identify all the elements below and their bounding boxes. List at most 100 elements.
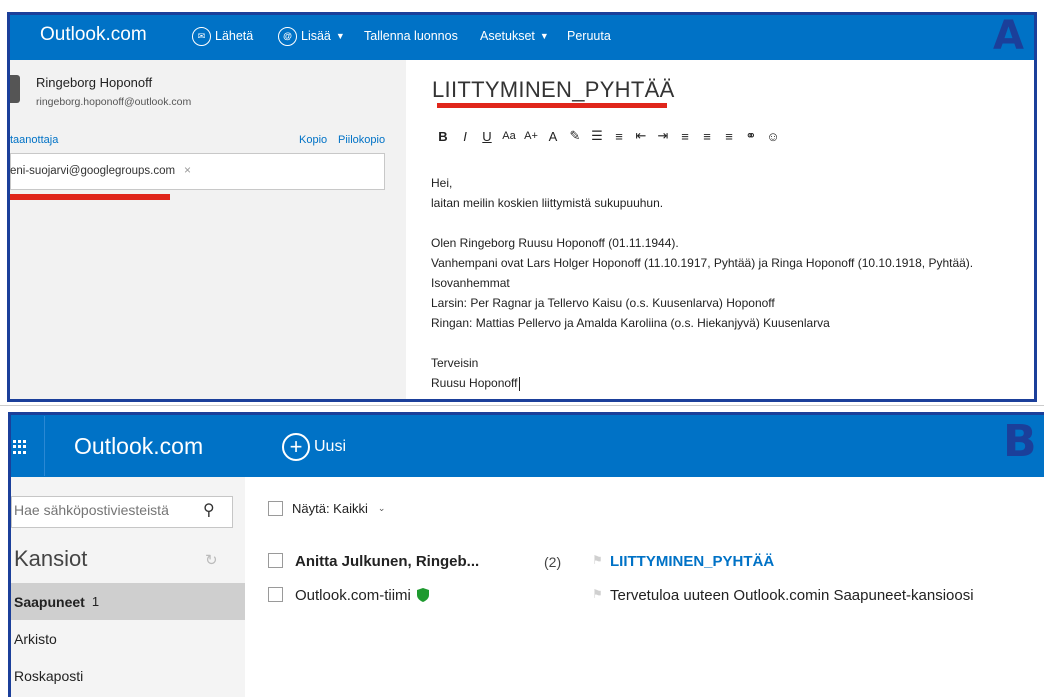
settings-button[interactable]: Asetukset ▼: [480, 23, 549, 49]
message-sender: Outlook.com-tiimi: [295, 587, 429, 604]
formatting-toolbar: B I U Aa A+ A ✎ ☰ ≡ ⇤ ⇥ ≡ ≡ ≡ ⚭ ☺: [432, 126, 784, 146]
panel-letter-a: A: [993, 13, 1024, 59]
sender-text: Anitta Julkunen, Ringeb...: [295, 553, 480, 570]
body-line: [431, 333, 1041, 353]
numbered-list-icon[interactable]: ☰: [586, 128, 608, 144]
align-left-icon[interactable]: ≡: [674, 129, 696, 144]
settings-label: Asetukset: [480, 29, 535, 43]
body-line: Ruusu Hoponoff: [431, 373, 1041, 393]
message-body[interactable]: Hei, laitan meilin koskien liittymistä su…: [431, 173, 1041, 393]
verified-shield-icon: [416, 588, 429, 602]
folder-item-saapuneet[interactable]: Saapuneet 1: [11, 583, 245, 620]
bcc-link[interactable]: Piilokopio: [338, 134, 385, 146]
chevron-down-icon: ▼: [335, 31, 345, 41]
folder-label: Arkisto: [14, 630, 57, 647]
flag-icon[interactable]: ⚑: [592, 553, 603, 567]
folder-label: Saapuneet: [14, 593, 85, 610]
message-subject: LIITTYMINEN_PYHTÄÄ: [610, 553, 775, 570]
italic-icon[interactable]: I: [454, 129, 476, 144]
unread-count: 1: [91, 594, 100, 609]
grow-font-icon[interactable]: A+: [520, 130, 542, 142]
decrease-indent-icon[interactable]: ⇤: [630, 128, 652, 144]
more-button[interactable]: @ Lisää ▼: [278, 23, 345, 49]
flag-icon[interactable]: ⚑: [592, 587, 603, 601]
recipient-chip[interactable]: eni-suojarvi@googlegroups.com: [10, 165, 175, 177]
annotation-underline: [10, 194, 170, 200]
attach-icon: @: [278, 26, 297, 46]
save-draft-label: Tallenna luonnos: [364, 29, 458, 43]
app-launcher-icon[interactable]: [13, 440, 27, 454]
cancel-button[interactable]: Peruuta: [567, 23, 611, 49]
body-line-text: laitan meilin koskien liittymistä sukupu…: [431, 196, 664, 210]
send-icon: ✉: [192, 26, 211, 46]
sender-email: ringeborg.hoponoff@outlook.com: [36, 96, 192, 108]
sender-name: Ringeborg Hoponoff: [36, 75, 153, 90]
increase-indent-icon[interactable]: ⇥: [652, 128, 674, 144]
plus-icon: +: [282, 433, 310, 461]
link-icon[interactable]: ⚭: [740, 128, 762, 144]
body-line-text: Terveisin: [431, 356, 479, 370]
to-label[interactable]: taanottaja: [10, 134, 58, 146]
message-checkbox[interactable]: [268, 587, 283, 602]
new-message-button[interactable]: + Uusi: [282, 433, 346, 461]
cc-link[interactable]: Kopio: [299, 134, 327, 146]
compose-panel: Outlook.com ✉ Lähetä @ Lisää ▼ Tallenna …: [0, 0, 1044, 404]
body-line-text: Olen Ringeborg Ruusu Hoponoff (01.11.194…: [431, 236, 679, 250]
cancel-label: Peruuta: [567, 29, 611, 43]
folder-label: Roskaposti: [14, 667, 84, 684]
body-line: Larsin: Per Ragnar ja Tellervo Kaisu (o.…: [431, 293, 1041, 313]
folders-heading: Kansiot: [14, 546, 88, 571]
avatar: [10, 75, 20, 103]
filter-label: Näytä: Kaikki: [292, 501, 368, 516]
search-input[interactable]: [14, 502, 200, 518]
more-label: Lisää: [301, 29, 331, 43]
font-size-icon[interactable]: Aa: [498, 130, 520, 142]
body-line: [431, 213, 1041, 233]
message-sender: Anitta Julkunen, Ringeb...: [295, 553, 479, 570]
message-checkbox[interactable]: [268, 553, 283, 568]
body-line-text: Vanhempani ovat Lars Holger Hoponoff (11…: [431, 256, 974, 270]
select-all-checkbox[interactable]: [268, 501, 283, 516]
panel-letter-b: B: [1003, 416, 1037, 467]
filter-dropdown[interactable]: Näytä: Kaikki ⌄: [268, 501, 385, 516]
chevron-down-icon: ▼: [539, 31, 549, 41]
message-row[interactable]: Outlook.com-tiimi ⚑ Tervetuloa uuteen Outl…: [268, 578, 1044, 612]
body-line-text: Ringan: Mattias Pellervo ja Amalda Karol…: [431, 316, 830, 330]
folder-item-roskaposti[interactable]: Roskaposti: [11, 657, 245, 694]
divider: [0, 405, 1044, 406]
send-button[interactable]: ✉ Lähetä: [192, 23, 253, 49]
compose-header-pane: [10, 60, 406, 399]
font-color-icon[interactable]: A: [542, 129, 564, 144]
bullet-list-icon[interactable]: ≡: [608, 129, 630, 144]
chevron-down-icon: ⌄: [377, 503, 386, 513]
message-row[interactable]: Anitta Julkunen, Ringeb... (2) ⚑ LIITTYMINE…: [268, 544, 1044, 578]
search-icon[interactable]: ⚲: [203, 500, 215, 520]
body-line: laitan meilin koskien liittymistä sukupu…: [431, 193, 1041, 213]
thread-count: (2): [544, 554, 562, 570]
highlight-icon[interactable]: ✎: [564, 128, 586, 144]
bold-icon[interactable]: B: [432, 129, 454, 144]
outlook-brand[interactable]: Outlook.com: [40, 24, 147, 46]
align-center-icon[interactable]: ≡: [696, 129, 718, 144]
body-line: Olen Ringeborg Ruusu Hoponoff (01.11.194…: [431, 233, 1041, 253]
body-line-text: Larsin: Per Ragnar ja Tellervo Kaisu (o.…: [431, 296, 775, 310]
save-draft-button[interactable]: Tallenna luonnos: [364, 23, 458, 49]
frame-b: [8, 412, 1044, 415]
remove-recipient-icon[interactable]: ×: [184, 163, 191, 177]
annotation-underline: [437, 103, 667, 108]
refresh-icon[interactable]: ↻: [205, 551, 218, 569]
body-line: Vanhempani ovat Lars Holger Hoponoff (11…: [431, 253, 1041, 273]
subject-field[interactable]: LIITTYMINEN_PYHTÄÄ: [432, 77, 675, 103]
folder-item-arkisto[interactable]: Arkisto: [11, 620, 245, 657]
body-line: Terveisin: [431, 353, 1041, 373]
underline-icon[interactable]: U: [476, 129, 498, 144]
new-label: Uusi: [314, 438, 347, 455]
align-right-icon[interactable]: ≡: [718, 129, 740, 144]
sender-text: Outlook.com-tiimi: [295, 587, 411, 604]
body-line: Isovanhemmat: [431, 273, 1041, 293]
outlook-brand[interactable]: Outlook.com: [74, 433, 203, 460]
message-subject: Tervetuloa uuteen Outlook.comin Saapunee…: [610, 587, 974, 604]
body-line: Ringan: Mattias Pellervo ja Amalda Karol…: [431, 313, 1041, 333]
emoji-icon[interactable]: ☺: [762, 129, 784, 144]
divider: [44, 416, 45, 476]
